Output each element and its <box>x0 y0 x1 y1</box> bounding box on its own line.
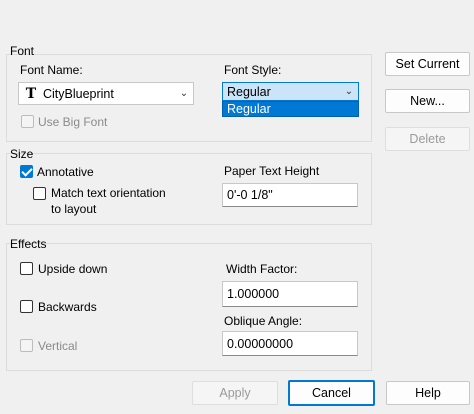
upside-down-checkbox[interactable] <box>20 262 33 275</box>
annotative-checkbox[interactable] <box>20 165 33 178</box>
backwards-checkbox[interactable] <box>20 300 33 313</box>
font-name-combo[interactable]: T CityBlueprint ⌄ <box>18 82 194 105</box>
backwards-label: Backwards <box>38 300 97 314</box>
new-button[interactable]: New... <box>385 89 470 113</box>
use-big-font-label: Use Big Font <box>38 115 108 129</box>
effects-group-legend: Effects <box>10 237 47 251</box>
match-orientation-checkbox[interactable] <box>33 187 46 200</box>
set-current-button[interactable]: Set Current <box>385 52 470 76</box>
upside-down-label: Upside down <box>38 262 108 276</box>
annotative-label: Annotative <box>37 165 94 179</box>
font-style-option-label: Regular <box>227 102 271 116</box>
width-factor-input[interactable]: 1.000000 <box>222 281 358 307</box>
help-button[interactable]: Help <box>386 381 470 405</box>
paper-text-height-label: Paper Text Height <box>224 164 320 178</box>
font-style-value: Regular <box>227 84 271 99</box>
size-group-legend: Size <box>10 147 34 161</box>
delete-button[interactable]: Delete <box>385 127 470 151</box>
width-factor-label: Width Factor: <box>226 262 298 276</box>
vertical-checkbox[interactable] <box>20 339 33 352</box>
font-style-label: Font Style: <box>224 63 282 77</box>
apply-button[interactable]: Apply <box>192 381 278 405</box>
paper-text-height-input[interactable]: 0'-0 1/8" <box>222 183 358 207</box>
oblique-angle-label: Oblique Angle: <box>224 314 303 328</box>
font-name-value: CityBlueprint <box>43 86 114 101</box>
cancel-button[interactable]: Cancel <box>288 380 375 406</box>
match-orientation-label-line1: Match text orientation <box>51 186 166 200</box>
font-style-option-regular[interactable]: Regular <box>222 101 359 117</box>
chevron-down-icon[interactable]: ⌄ <box>175 88 193 99</box>
vertical-label: Vertical <box>38 339 78 353</box>
oblique-angle-input[interactable]: 0.00000000 <box>222 331 358 356</box>
match-orientation-label-line2: to layout <box>51 202 97 216</box>
use-big-font-checkbox[interactable] <box>21 115 34 128</box>
font-group-legend: Font <box>10 44 35 58</box>
font-name-label: Font Name: <box>20 63 83 77</box>
chevron-down-icon[interactable]: ⌄ <box>340 86 358 97</box>
font-style-combo[interactable]: Regular ⌄ <box>222 82 359 101</box>
truetype-font-icon: T <box>25 85 37 102</box>
